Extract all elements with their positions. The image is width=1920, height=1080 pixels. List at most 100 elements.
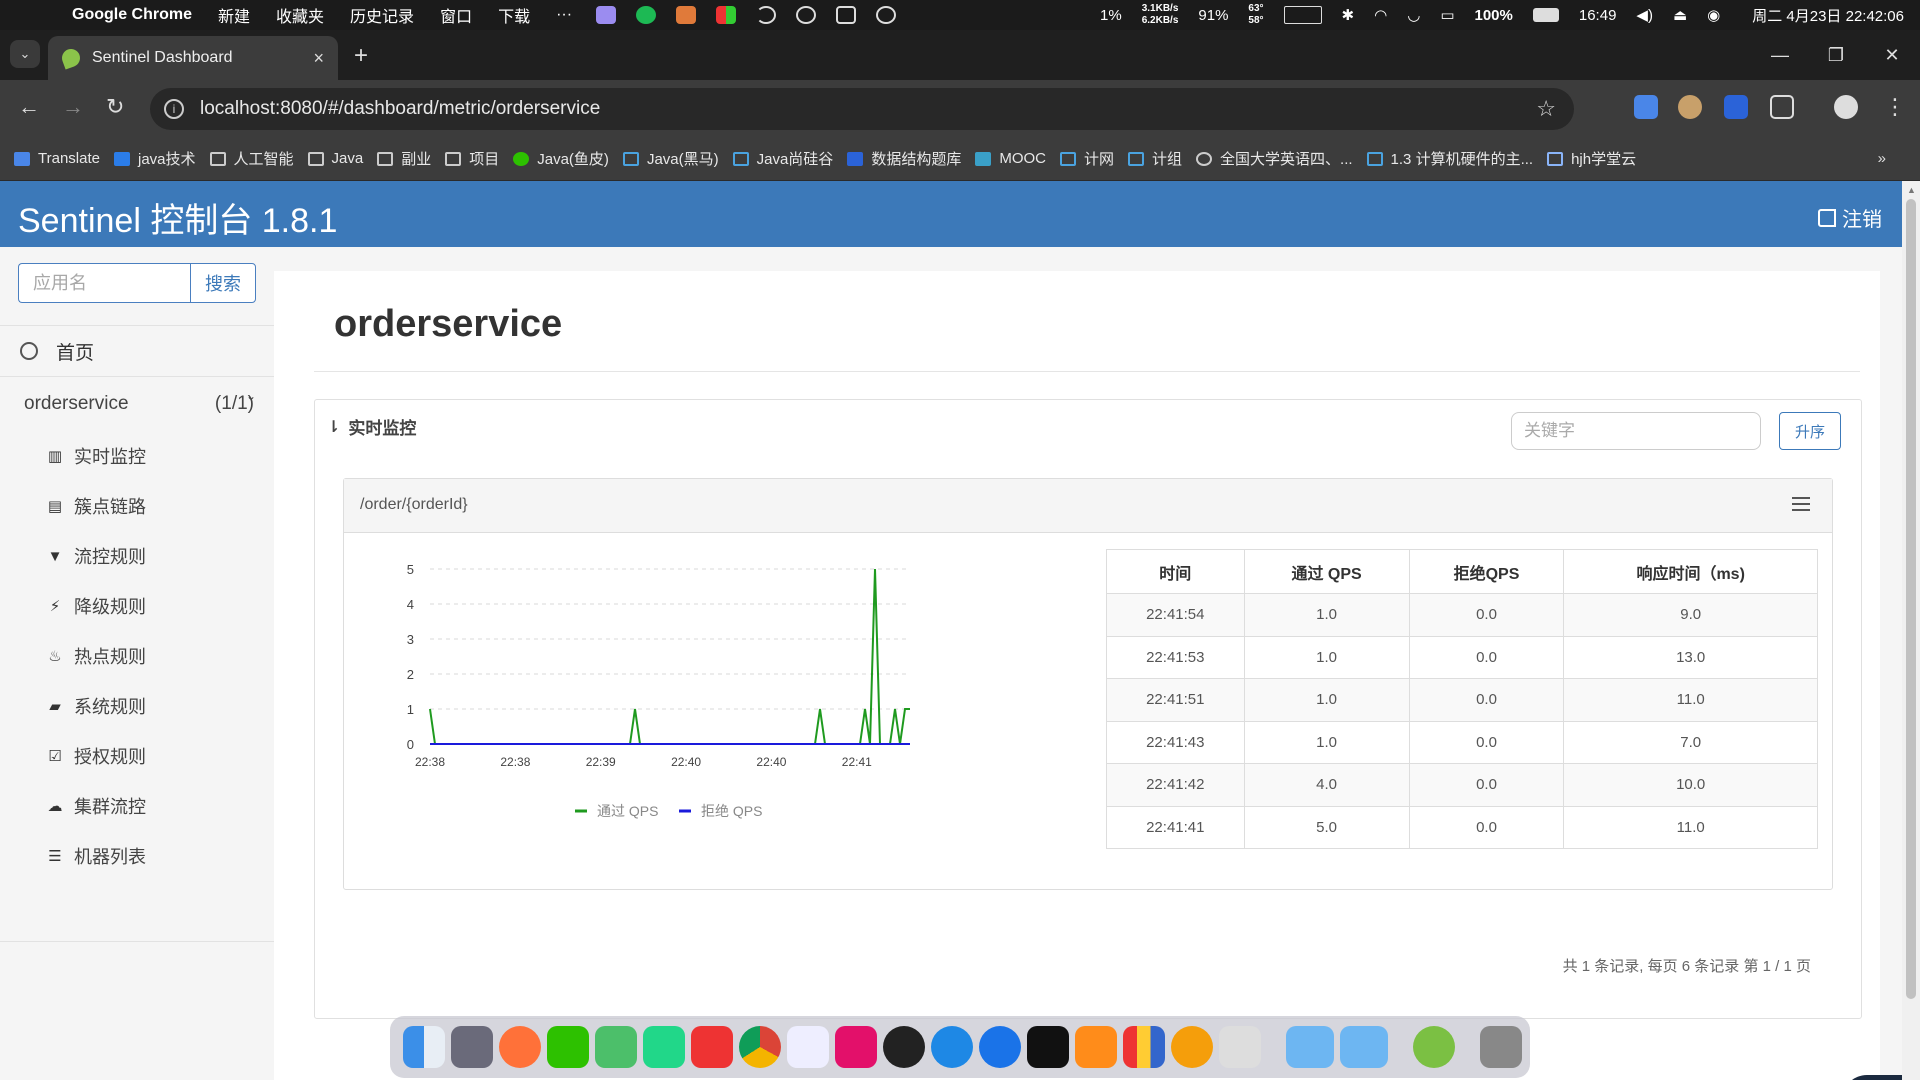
scroll-up-arrow-icon[interactable]: ▲ [1907, 185, 1916, 195]
profile-avatar-icon[interactable] [1834, 95, 1858, 119]
folder-icon[interactable] [1286, 1026, 1334, 1068]
tab-close-icon[interactable]: × [313, 48, 324, 69]
battery-icon[interactable] [1532, 8, 1559, 22]
chrome-menu-icon[interactable]: ⋮ [1884, 94, 1906, 120]
bookmark-item[interactable]: java技术 [113, 148, 196, 169]
chrome-icon[interactable] [739, 1026, 781, 1068]
sidebar-item-realtime-monitor[interactable]: ▥ 实时监控 [0, 431, 274, 481]
new-tab-button[interactable]: + [354, 42, 368, 70]
bookmark-folder[interactable]: 副业 [377, 148, 431, 169]
colorful-app-icon[interactable] [716, 6, 737, 24]
bookmark-star-icon[interactable]: ☆ [1536, 96, 1556, 122]
qq-icon[interactable] [883, 1026, 925, 1068]
bookmark-folder[interactable]: 人工智能 [209, 148, 294, 169]
firefox-icon[interactable] [499, 1026, 541, 1068]
folder-icon[interactable] [1340, 1026, 1388, 1068]
launchpad-icon[interactable] [451, 1026, 493, 1068]
sidebar-item-authority-rules[interactable]: ☑ 授权规则 [0, 731, 274, 781]
keyword-input[interactable] [1511, 412, 1761, 450]
app-search-input[interactable] [18, 263, 190, 303]
active-tab[interactable]: Sentinel Dashboard × [48, 36, 338, 80]
column-header-time[interactable]: 时间 [1106, 549, 1245, 594]
menubar-app-name[interactable]: Google Chrome [72, 6, 192, 24]
extension-avatar-icon[interactable] [1678, 95, 1702, 119]
k-app-icon[interactable] [979, 1026, 1021, 1068]
user-status-icon[interactable] [876, 6, 897, 24]
cat-app-icon[interactable] [676, 6, 697, 24]
sidebar-item-resource-chain[interactable]: ▤ 簇点链路 [0, 481, 274, 531]
status-app-icon[interactable] [596, 6, 617, 24]
bookmark-item[interactable]: 数据结构题库 [847, 148, 961, 169]
column-header-rt[interactable]: 响应时间（ms) [1563, 549, 1818, 594]
tab-search-button[interactable]: ⌄ [10, 40, 40, 68]
app-brand[interactable]: Sentinel 控制台 1.8.1 [18, 193, 337, 242]
site-info-icon[interactable]: i [164, 99, 184, 119]
preview-icon[interactable] [1219, 1026, 1261, 1068]
bookmark-item[interactable]: 计网 [1060, 148, 1114, 169]
sidebar-item-flow-rules[interactable]: ▼ 流控规则 [0, 531, 274, 581]
bookmark-item[interactable]: MOOC [975, 150, 1046, 167]
column-header-block-qps[interactable]: 拒绝QPS [1408, 549, 1565, 594]
extensions-puzzle-icon[interactable] [1770, 95, 1794, 119]
menubar-item-new[interactable]: 新建 [218, 3, 250, 27]
menubar-item-download[interactable]: 下载 [498, 3, 530, 27]
bookmark-item[interactable]: 全国大学英语四、... [1196, 148, 1353, 169]
bookmark-item[interactable]: Java(鱼皮) [513, 148, 609, 169]
menubar-item-window[interactable]: 窗口 [440, 3, 472, 27]
moon-icon[interactable] [756, 6, 777, 24]
bookmark-item[interactable]: Java尚硅谷 [732, 148, 833, 169]
wps-icon[interactable] [691, 1026, 733, 1068]
restore-button[interactable]: ❐ [1808, 45, 1864, 66]
volume-icon[interactable]: ◀) [1636, 6, 1653, 24]
wechat-icon[interactable] [547, 1026, 589, 1068]
bookmark-item[interactable]: Translate [14, 150, 100, 167]
column-header-pass-qps[interactable]: 通过 QPS [1243, 549, 1410, 594]
pycharm-icon[interactable] [643, 1026, 685, 1068]
evernote-icon[interactable] [595, 1026, 637, 1068]
typora-icon[interactable] [787, 1026, 829, 1068]
sidebar-item-cluster-flow[interactable]: ☁ 集群流控 [0, 781, 274, 831]
address-bar[interactable]: i localhost:8080/#/dashboard/metric/orde… [150, 88, 1574, 130]
menubar-item-history[interactable]: 历史记录 [350, 3, 414, 27]
sidebar-item-machine-list[interactable]: ☰ 机器列表 [0, 831, 274, 881]
sidebar-app-orderservice[interactable]: orderservice (1/1) ⌄ [0, 377, 274, 431]
menubar-item-bookmarks[interactable]: 收藏夹 [276, 3, 324, 27]
forward-icon[interactable]: → [62, 94, 84, 120]
sort-ascending-button[interactable]: 升序 [1779, 412, 1841, 450]
window-icon[interactable] [836, 6, 857, 24]
url-text[interactable]: localhost:8080/#/dashboard/metric/orders… [200, 98, 600, 120]
l-app-icon[interactable] [1027, 1026, 1069, 1068]
extension-x-icon[interactable] [1724, 95, 1748, 119]
scrollbar-thumb[interactable] [1906, 199, 1916, 999]
search-app-icon[interactable] [1171, 1026, 1213, 1068]
edge-icon[interactable] [931, 1026, 973, 1068]
menubar-item-more[interactable]: ··· [556, 6, 572, 24]
hamburger-menu-icon[interactable] [1792, 493, 1810, 515]
sidebar-item-home[interactable]: 首页 [0, 325, 274, 377]
logout-button[interactable]: 注销 [1818, 203, 1882, 232]
back-icon[interactable]: ← [18, 94, 40, 120]
office-icon[interactable] [1123, 1026, 1165, 1068]
headphones-icon[interactable]: ◠ [1374, 6, 1387, 24]
control-center-icon[interactable]: ◉ [1707, 6, 1720, 24]
bookmark-folder[interactable]: 项目 [445, 148, 499, 169]
sidebar-item-system-rules[interactable]: ▰ 系统规则 [0, 681, 274, 731]
google-translate-icon[interactable] [1634, 95, 1658, 119]
intellij-icon[interactable] [835, 1026, 877, 1068]
spotify-icon[interactable] [636, 6, 657, 24]
bookmarks-overflow-icon[interactable]: » [1878, 150, 1886, 167]
menubar-datetime[interactable]: 周二 4月23日 22:42:06 [1752, 5, 1904, 26]
eject-icon[interactable]: ⏏ [1673, 6, 1687, 24]
bookmark-folder[interactable]: Java [307, 150, 363, 167]
bookmark-item[interactable]: 计组 [1128, 148, 1182, 169]
search-button[interactable]: 搜索 [190, 263, 256, 303]
minimize-button[interactable]: — [1752, 45, 1808, 66]
cucumber-app-icon[interactable] [1413, 1026, 1455, 1068]
display-icon[interactable]: ▭ [1440, 6, 1454, 24]
bookmark-item[interactable]: 1.3 计算机硬件的主... [1366, 148, 1533, 169]
close-window-button[interactable]: ✕ [1864, 45, 1920, 66]
bookmark-item[interactable]: Java(黑马) [622, 148, 719, 169]
page-scrollbar[interactable]: ▲ [1902, 181, 1920, 1080]
reload-icon[interactable]: ↻ [106, 94, 124, 120]
sidebar-item-degrade-rules[interactable]: ⚡ 降级规则 [0, 581, 274, 631]
